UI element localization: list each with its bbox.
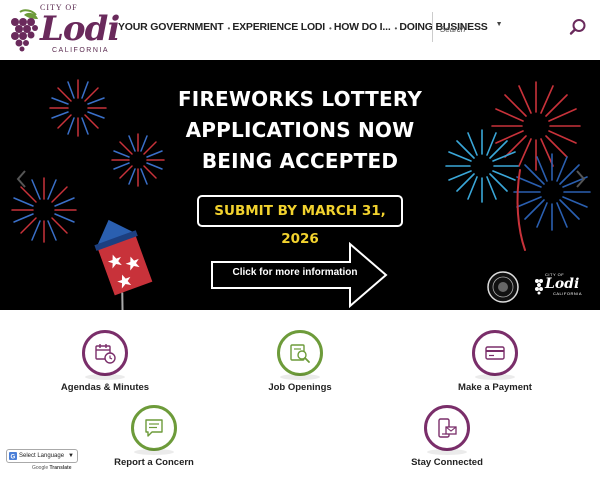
quicklink-shadow [134, 449, 174, 455]
chat-bubble-icon [145, 419, 163, 437]
credit-card-icon [485, 346, 505, 360]
quicklink-label[interactable]: Stay Connected [377, 457, 517, 468]
quicklink-label[interactable]: Agendas & Minutes [35, 382, 175, 393]
powered-by-google: Google Translate [32, 465, 71, 471]
quicklink-stay-connected[interactable]: Stay Connected [387, 405, 507, 475]
hero-title-line: FIREWORKS LOTTERY [177, 87, 423, 111]
chevron-left-icon[interactable] [14, 168, 30, 190]
logo-name: Lodi [40, 9, 120, 49]
nav-your-government[interactable]: YOUR GOVERNMENT [118, 21, 228, 37]
quicklink-shadow [475, 374, 515, 380]
job-search-icon [290, 344, 310, 363]
nav-experience-lodi[interactable]: EXPERIENCE LODI [232, 21, 329, 37]
language-select[interactable]: G Select Language ▼ [6, 449, 78, 463]
mini-logo-name: Lodi [545, 276, 580, 292]
nav-divider [432, 12, 433, 42]
fire-department-seal [487, 271, 519, 303]
powered-suffix[interactable]: Translate [50, 465, 72, 471]
mini-logo-state: CALIFORNIA [553, 291, 583, 296]
quicklink-shadow [280, 374, 320, 380]
mini-grape-logo [535, 279, 543, 295]
nav-how-do-i[interactable]: HOW DO I... [334, 21, 395, 37]
page: CITY OF Lodi CALIFORNIA YOUR GOVERNMENT … [0, 0, 600, 480]
phone-mail-icon [438, 418, 457, 438]
hero-mini-logo: CITY OF Lodi CALIFORNIA [545, 272, 582, 296]
firework-burst [445, 129, 519, 203]
city-logo[interactable]: CITY OF Lodi CALIFORNIA [6, 3, 120, 57]
chevron-down-icon: ▼ [68, 453, 74, 459]
hero-banner[interactable]: FIREWORKS LOTTERY APPLICATIONS NOW BEING… [0, 60, 600, 310]
quicklink-label[interactable]: Report a Concern [84, 457, 224, 468]
logo-state: CALIFORNIA [52, 47, 110, 54]
hero-cta-label[interactable]: Click for more information [212, 267, 378, 278]
quicklink-agendas[interactable]: Agendas & Minutes [45, 330, 165, 400]
rocket-illustration [94, 219, 153, 310]
quicklink-jobs[interactable]: Job Openings [240, 330, 360, 400]
chevron-right-icon[interactable] [572, 168, 588, 190]
search-input[interactable] [440, 20, 560, 38]
hero-title-line: BEING ACCEPTED [201, 149, 399, 173]
deadline-badge: SUBMIT BY MARCH 31, 2026 [197, 195, 403, 247]
hero-title: FIREWORKS LOTTERY APPLICATIONS NOW BEING… [150, 84, 450, 177]
powered-prefix: Google [32, 465, 49, 471]
quicklink-payment[interactable]: Make a Payment [435, 330, 555, 400]
site-header: CITY OF Lodi CALIFORNIA YOUR GOVERNMENT … [0, 0, 600, 60]
google-translate-icon: G [9, 452, 17, 460]
search-icon[interactable] [569, 18, 587, 36]
language-select-label: Select Language [19, 453, 65, 459]
quicklink-shadow [427, 449, 467, 455]
calendar-clock-icon [95, 344, 116, 364]
svg-text:G: G [11, 455, 16, 461]
firework-burst [513, 153, 591, 231]
quicklink-report-concern[interactable]: Report a Concern [94, 405, 214, 475]
grape-logo-icon [11, 9, 38, 52]
quicklink-label[interactable]: Job Openings [230, 382, 370, 393]
hero-title-line: APPLICATIONS NOW [185, 118, 415, 142]
firework-burst [49, 79, 107, 137]
quicklink-shadow [85, 374, 125, 380]
quicklink-label[interactable]: Make a Payment [425, 382, 565, 393]
